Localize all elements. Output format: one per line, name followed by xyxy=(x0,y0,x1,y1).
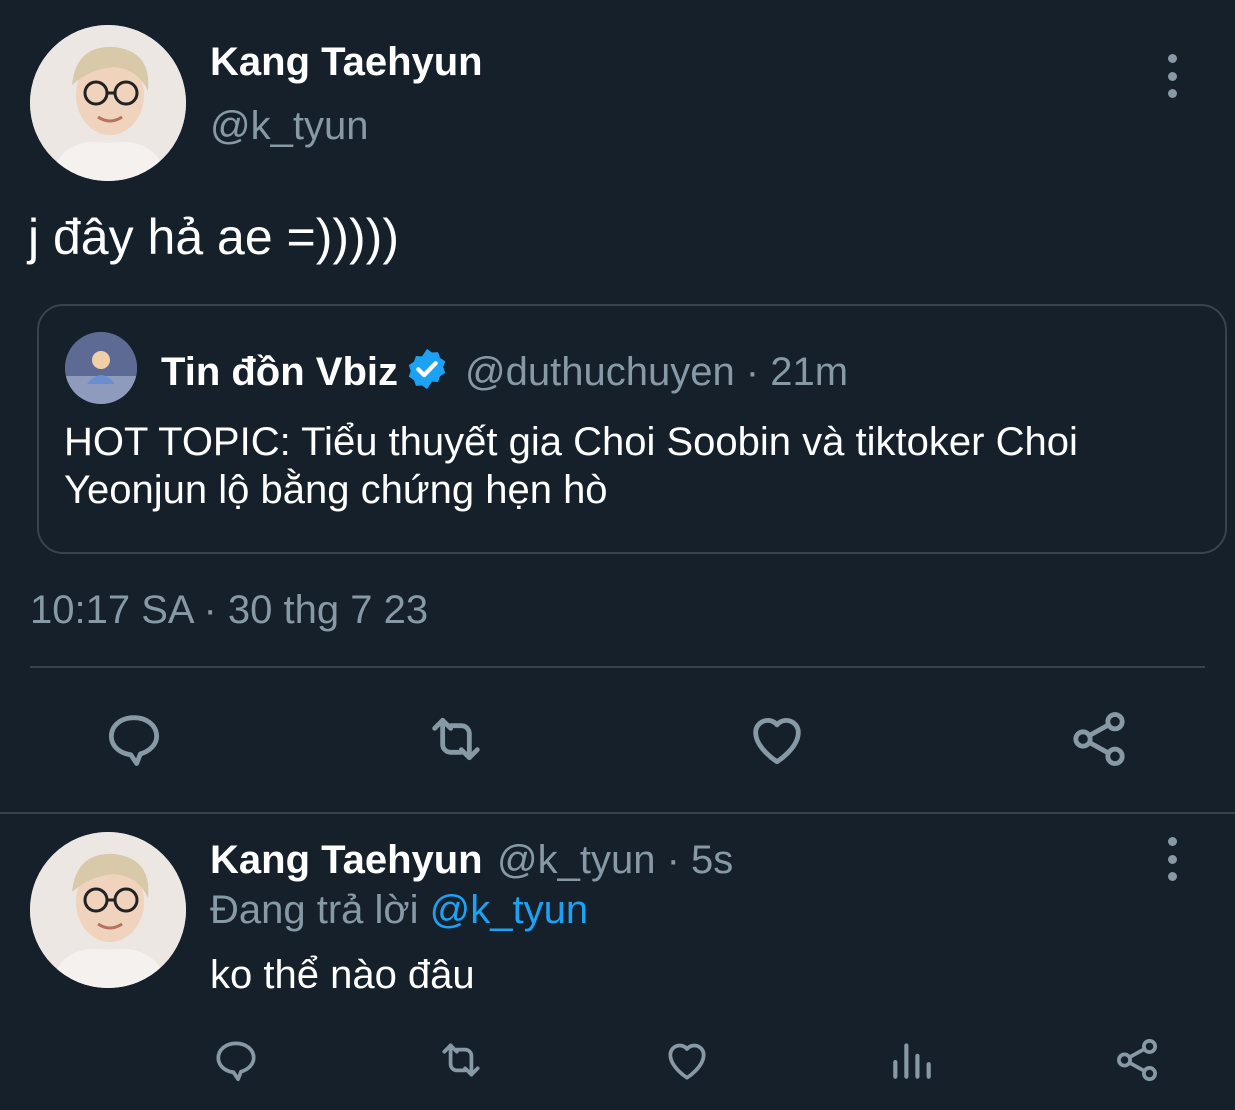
reply-retweet-icon[interactable] xyxy=(436,1035,486,1085)
tweet-timestamp: 10:17 SA · 30 thg 7 23 xyxy=(30,588,429,632)
replying-to-label: Đang trả lời xyxy=(210,888,419,932)
divider xyxy=(30,666,1205,668)
reply-tweet-text: ko thể nào đâu xyxy=(210,953,475,997)
analytics-icon[interactable] xyxy=(887,1035,937,1085)
retweet-icon[interactable] xyxy=(424,707,488,771)
reply-author-name[interactable]: Kang Taehyun xyxy=(210,838,483,883)
author-avatar[interactable] xyxy=(30,25,186,181)
quoted-author-handle: @duthuchuyen · 21m xyxy=(465,350,849,394)
replying-to-mention[interactable]: @k_tyun xyxy=(430,888,588,932)
section-divider xyxy=(0,812,1235,814)
more-options-icon[interactable] xyxy=(1157,54,1187,98)
tweet-text: j đây hả ae =))))) xyxy=(28,209,399,265)
reply-like-icon[interactable] xyxy=(662,1035,712,1085)
reply-share-icon[interactable] xyxy=(1112,1035,1162,1085)
author-name[interactable]: Kang Taehyun xyxy=(210,40,483,85)
quoted-author-avatar xyxy=(65,332,137,404)
reply-author-avatar[interactable] xyxy=(30,832,186,988)
reply-icon[interactable] xyxy=(102,707,166,771)
replying-to-line: Đang trả lời @k_tyun xyxy=(210,888,588,933)
reply-reply-icon[interactable] xyxy=(211,1035,261,1085)
reply-author-handle[interactable]: @k_tyun · 5s xyxy=(497,838,733,883)
verified-badge-icon xyxy=(404,346,450,392)
reply-more-options-icon[interactable] xyxy=(1157,837,1187,881)
tweet-detail-screen: Kang Taehyun @k_tyun j đây hả ae =))))) … xyxy=(0,0,1235,1110)
quoted-tweet-card[interactable]: Tin đồn Vbiz @duthuchuyen · 21m HOT TOPI… xyxy=(37,304,1227,554)
share-icon[interactable] xyxy=(1067,707,1131,771)
quoted-author-name: Tin đồn Vbiz xyxy=(161,350,399,394)
author-handle[interactable]: @k_tyun xyxy=(210,104,368,149)
like-icon[interactable] xyxy=(745,707,809,771)
quoted-tweet-text: HOT TOPIC: Tiểu thuyết gia Choi Soobin v… xyxy=(64,420,1078,512)
